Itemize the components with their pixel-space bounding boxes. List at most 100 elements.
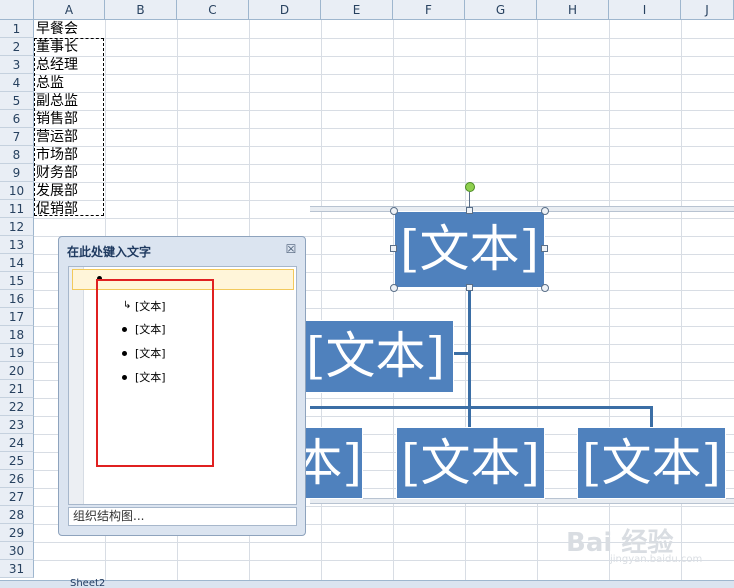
connector-line	[468, 406, 471, 428]
cell-a10[interactable]: 发展部	[36, 182, 78, 200]
resize-handle[interactable]	[390, 284, 398, 292]
row-header[interactable]: 16	[0, 290, 34, 308]
row-header[interactable]: 7	[0, 128, 34, 146]
row-header[interactable]: 3	[0, 56, 34, 74]
cell-a3[interactable]: 总经理	[36, 56, 78, 74]
row-header[interactable]: 5	[0, 92, 34, 110]
org-node-child-2[interactable]: [文本]	[396, 427, 545, 499]
row-header[interactable]: 8	[0, 146, 34, 164]
row-header[interactable]: 11	[0, 200, 34, 218]
org-node-assistant[interactable]: [文本]	[305, 320, 454, 393]
row-header[interactable]: 10	[0, 182, 34, 200]
row-header[interactable]: 4	[0, 74, 34, 92]
text-pane-footer-link[interactable]: 组织结构图...	[68, 507, 297, 526]
row-header[interactable]: 1	[0, 20, 34, 38]
text-pane-item[interactable]: [文本]	[135, 321, 166, 337]
row-header[interactable]: 27	[0, 488, 34, 506]
row-header[interactable]: 9	[0, 164, 34, 182]
column-header-j[interactable]: J	[681, 0, 734, 20]
resize-handle[interactable]	[390, 207, 398, 215]
indent-arrow-icon: ↳	[123, 300, 132, 311]
resize-handle[interactable]	[390, 245, 397, 252]
column-header-a[interactable]: A	[34, 0, 105, 20]
grid-line	[34, 146, 734, 147]
row-header[interactable]: 14	[0, 254, 34, 272]
column-header-h[interactable]: H	[537, 0, 609, 20]
grid-line	[34, 200, 734, 201]
resize-handle[interactable]	[466, 207, 473, 214]
text-pane-item[interactable]: [文本]	[135, 369, 166, 385]
resize-handle[interactable]	[541, 207, 549, 215]
text-pane-item[interactable]: [文本]	[135, 298, 166, 314]
sheet-tab-bar	[0, 580, 734, 588]
close-icon[interactable]: ☒	[285, 243, 297, 255]
org-node-child-3[interactable]: [文本]	[577, 427, 726, 499]
cell-a11[interactable]: 促销部	[36, 200, 78, 218]
column-header-b[interactable]: B	[105, 0, 177, 20]
row-header[interactable]: 2	[0, 38, 34, 56]
row-header[interactable]: 31	[0, 560, 34, 578]
text-pane-gutter	[69, 267, 84, 504]
row-header[interactable]: 20	[0, 362, 34, 380]
cell-a5[interactable]: 副总监	[36, 92, 78, 110]
sheet-tab[interactable]: Sheet2	[70, 578, 105, 588]
row-header[interactable]: 22	[0, 398, 34, 416]
grid-line	[34, 182, 734, 183]
cell-a9[interactable]: 财务部	[36, 164, 78, 182]
text-pane-title: 在此处键入文字	[67, 245, 152, 259]
grid-line	[34, 164, 734, 165]
smartart-text-pane[interactable]: 在此处键入文字 ☒ ↳ [文本] [文本] [文本] [文本] 组织结构图...	[58, 236, 306, 536]
row-header[interactable]: 30	[0, 542, 34, 560]
text-pane-item[interactable]: [文本]	[135, 345, 166, 361]
row-header[interactable]: 23	[0, 416, 34, 434]
cell-a1[interactable]: 早餐会	[36, 20, 78, 38]
bullet-icon	[122, 351, 127, 356]
column-header-d[interactable]: D	[249, 0, 321, 20]
column-header-g[interactable]: G	[465, 0, 537, 20]
row-header[interactable]: 13	[0, 236, 34, 254]
row-header[interactable]: 21	[0, 380, 34, 398]
row-header[interactable]: 24	[0, 434, 34, 452]
grid-line	[34, 218, 734, 219]
column-header-c[interactable]: C	[177, 0, 249, 20]
org-node-child-1[interactable]: [文本]	[305, 427, 363, 499]
connector-line	[650, 406, 653, 428]
grid-line	[34, 128, 734, 129]
grid-line	[34, 110, 734, 111]
resize-handle[interactable]	[466, 284, 473, 291]
row-header[interactable]: 17	[0, 308, 34, 326]
bullet-icon	[97, 276, 102, 281]
row-header[interactable]: 12	[0, 218, 34, 236]
rotate-handle-stem	[469, 192, 470, 208]
cell-a6[interactable]: 销售部	[36, 110, 78, 128]
connector-line	[468, 287, 471, 409]
cell-a4[interactable]: 总监	[36, 74, 64, 92]
cell-a7[interactable]: 营运部	[36, 128, 78, 146]
connector-line	[452, 352, 469, 355]
row-header[interactable]: 25	[0, 452, 34, 470]
row-header[interactable]: 15	[0, 272, 34, 290]
grid-line	[393, 20, 394, 580]
resize-handle[interactable]	[541, 284, 549, 292]
row-header[interactable]: 29	[0, 524, 34, 542]
row-header[interactable]: 6	[0, 110, 34, 128]
column-header-i[interactable]: I	[609, 0, 681, 20]
rotate-handle[interactable]	[465, 182, 475, 192]
text-pane-editor[interactable]: ↳ [文本] [文本] [文本] [文本]	[68, 266, 297, 505]
row-header[interactable]: 28	[0, 506, 34, 524]
bullet-icon	[122, 327, 127, 332]
grid-line	[34, 92, 734, 93]
row-header[interactable]: 19	[0, 344, 34, 362]
grid-line	[34, 74, 734, 75]
cell-a8[interactable]: 市场部	[36, 146, 78, 164]
grid-line	[34, 56, 734, 57]
cell-a2[interactable]: 董事长	[36, 38, 78, 56]
select-all-corner[interactable]	[0, 0, 34, 20]
column-header-f[interactable]: F	[393, 0, 465, 20]
org-node-top[interactable]: [文本]	[394, 211, 545, 288]
row-header[interactable]: 26	[0, 470, 34, 488]
column-header-e[interactable]: E	[321, 0, 393, 20]
text-pane-active-line[interactable]	[72, 269, 294, 290]
row-header[interactable]: 18	[0, 326, 34, 344]
resize-handle[interactable]	[541, 245, 548, 252]
